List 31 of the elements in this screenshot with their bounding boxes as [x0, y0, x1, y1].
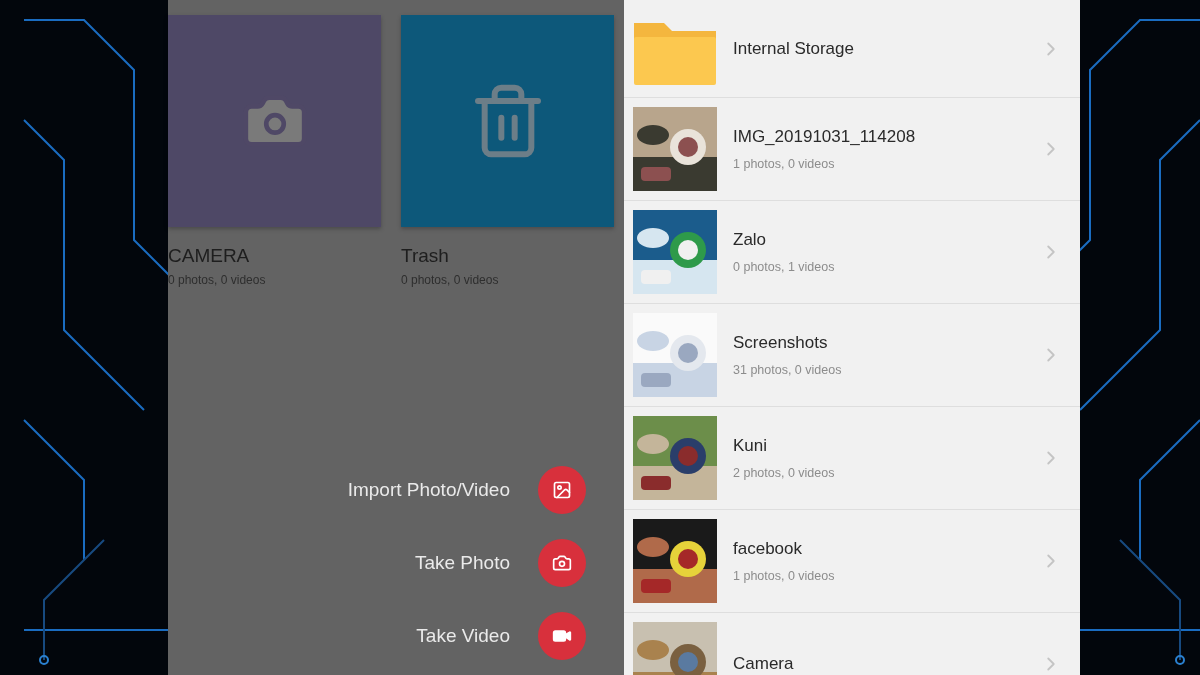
album-title: CAMERA [168, 245, 251, 267]
album-name: Zalo [733, 230, 768, 250]
album-row[interactable]: Camera [624, 613, 1080, 675]
action-button[interactable] [538, 612, 586, 660]
camera-icon [552, 553, 572, 573]
album-row[interactable]: Kuni 2 photos, 0 videos [624, 407, 1080, 510]
album-count: 1 photos, 0 videos [733, 569, 836, 583]
album-row[interactable]: Internal Storage [624, 0, 1080, 98]
action-label: Take Video [416, 625, 510, 647]
album-row[interactable]: IMG_20191031_114208 1 photos, 0 videos [624, 98, 1080, 201]
album-tile[interactable] [168, 15, 381, 227]
album-count: 1 photos, 0 videos [733, 157, 836, 171]
action-button[interactable] [538, 466, 586, 514]
album-row[interactable]: Zalo 0 photos, 1 videos [624, 201, 1080, 304]
album-count: 0 photos, 1 videos [733, 260, 836, 274]
album-name: Internal Storage [733, 38, 855, 59]
album-count: 31 photos, 0 videos [733, 363, 843, 377]
album-name: Camera [733, 654, 795, 674]
album-title: Trash [401, 245, 450, 267]
album-name: facebook [733, 539, 803, 559]
image-icon [552, 480, 572, 500]
album-name: Screenshots [733, 333, 829, 353]
album-count: 2 photos, 0 videos [733, 466, 836, 480]
action-button[interactable] [538, 539, 586, 587]
album-name: IMG_20191031_114208 [733, 127, 917, 147]
action-label: Import Photo/Video [347, 479, 510, 501]
action-label: Take Photo [414, 552, 510, 574]
album-tile[interactable] [401, 15, 614, 227]
album-row[interactable]: Screenshots 31 photos, 0 videos [624, 304, 1080, 407]
album-row[interactable]: facebook 1 photos, 0 videos [624, 510, 1080, 613]
album-name: Kuni [733, 436, 769, 456]
